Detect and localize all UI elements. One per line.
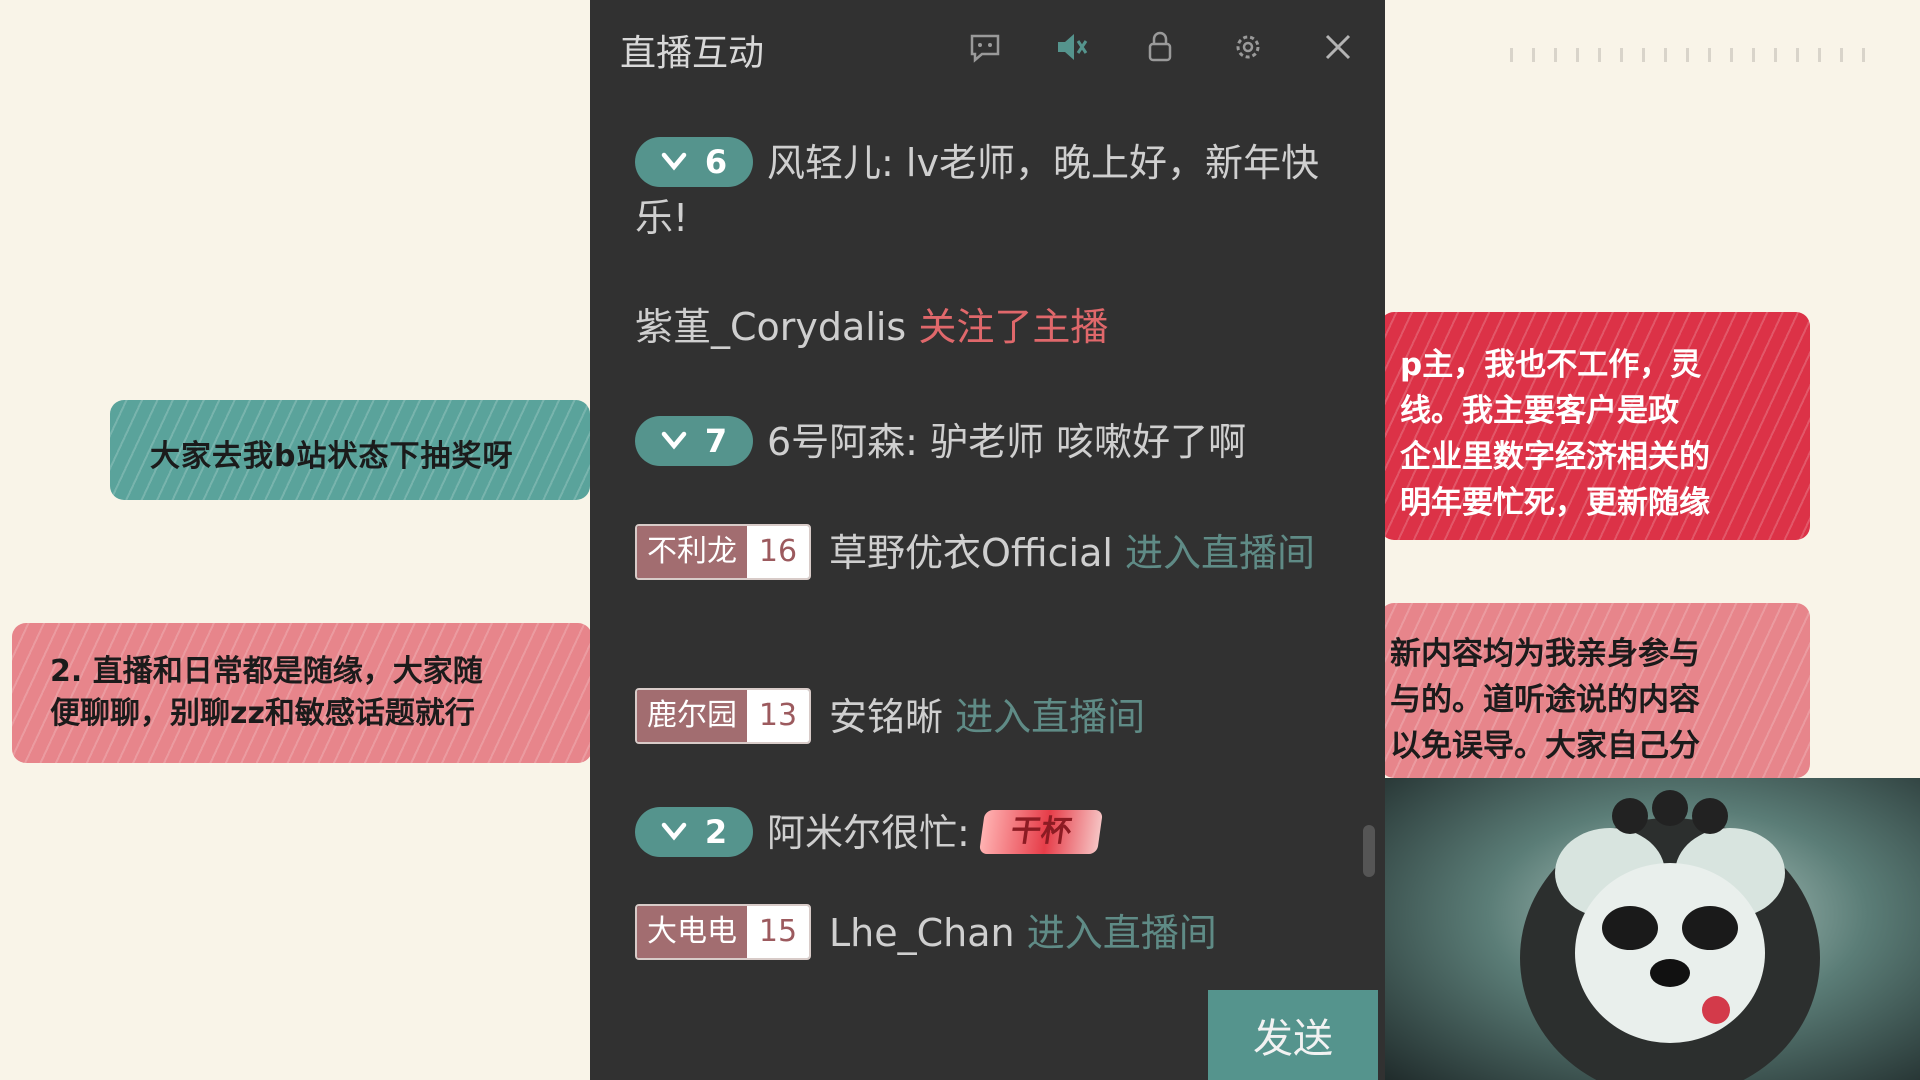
rules-note-line: 便聊聊，别聊zz和敏感话题就行: [50, 696, 475, 731]
muted-speaker-icon[interactable]: [1052, 27, 1092, 67]
intro-note-text: p主，我也不工作，灵 线。我主要客户是政 企业里数字经济相关的 明年要忙死，更新…: [1400, 342, 1710, 526]
enter-text: 进入直播间: [1125, 531, 1316, 575]
chat-username[interactable]: 紫堇_Corydalis: [635, 305, 906, 349]
chat-username[interactable]: 草野优衣Official: [829, 531, 1113, 575]
webcam-avatar: [1380, 778, 1920, 1080]
chat-username[interactable]: Lhe_Chan: [829, 911, 1015, 955]
lottery-note: 大家去我b站状态下抽奖呀: [110, 400, 590, 500]
chat-text: 驴老师 咳嗽好了啊: [917, 420, 1247, 464]
fan-medal-badge: 鹿尔园 13: [635, 687, 811, 744]
enter-event: 不利龙 16 草野优衣Official 进入直播间: [635, 523, 1335, 584]
user-level-badge: 6: [635, 136, 753, 187]
content-note: 新内容均为我亲身参与 与的。道听途说的内容 以免误导。大家自己分: [1380, 603, 1810, 778]
intro-note-line: 明年要忙死，更新随缘: [1400, 485, 1710, 521]
live-interaction-panel: 直播互动 6 风轻儿: lv老师，晚上好，新年快乐! 紫堇_Corydalis …: [590, 0, 1385, 1080]
faint-decoration: [1510, 48, 1880, 62]
chat-username[interactable]: 6号阿森:: [767, 420, 918, 464]
intro-note-line: p主，我也不工作，灵: [1400, 347, 1702, 383]
content-note-line: 与的。道听途说的内容: [1390, 682, 1700, 718]
intro-note: p主，我也不工作，灵 线。我主要客户是政 企业里数字经济相关的 明年要忙死，更新…: [1380, 312, 1810, 540]
chat-message: 6 风轻儿: lv老师，晚上好，新年快乐!: [635, 136, 1335, 245]
enter-text: 进入直播间: [955, 695, 1146, 739]
chat-username[interactable]: 风轻儿:: [767, 141, 894, 185]
close-icon[interactable]: [1318, 27, 1358, 67]
follow-event: 紫堇_Corydalis 关注了主播: [635, 300, 1335, 354]
fan-medal-badge: 不利龙 16: [635, 523, 811, 580]
scrollbar-thumb[interactable]: [1363, 825, 1375, 877]
chat-message: 7 6号阿森: 驴老师 咳嗽好了啊: [635, 415, 1335, 470]
raccoon-avatar-image: [1520, 790, 1820, 1080]
chat-bubble-icon[interactable]: [965, 27, 1005, 67]
enter-event: 鹿尔园 13 安铭晰 进入直播间: [635, 687, 1335, 748]
content-note-line: 新内容均为我亲身参与: [1390, 636, 1700, 672]
content-note-text: 新内容均为我亲身参与 与的。道听途说的内容 以免误导。大家自己分: [1390, 631, 1700, 769]
content-note-line: 以免误导。大家自己分: [1390, 728, 1700, 764]
chevron-down-icon: [661, 152, 687, 171]
intro-note-line: 企业里数字经济相关的: [1400, 439, 1710, 475]
chat-username[interactable]: 安铭晰: [829, 695, 943, 739]
cheers-sticker: 干杯: [978, 809, 1103, 854]
user-level-badge: 7: [635, 415, 753, 466]
chevron-down-icon: [661, 822, 687, 841]
chat-message: 2 阿米尔很忙: 干杯: [635, 806, 1335, 861]
lock-icon[interactable]: [1140, 27, 1180, 67]
rules-note: 2. 直播和日常都是随缘，大家随 便聊聊，别聊zz和敏感话题就行: [12, 623, 592, 763]
rules-note-text: 2. 直播和日常都是随缘，大家随 便聊聊，别聊zz和敏感话题就行: [50, 651, 483, 735]
chat-username[interactable]: 阿米尔很忙:: [767, 811, 970, 855]
rules-note-line: 2. 直播和日常都是随缘，大家随: [50, 654, 483, 689]
fan-medal-badge: 大电电 15: [635, 903, 811, 960]
enter-event: 大电电 15 Lhe_Chan 进入直播间: [635, 903, 1335, 964]
intro-note-line: 线。我主要客户是政: [1400, 393, 1679, 429]
lottery-note-text: 大家去我b站状态下抽奖呀: [150, 439, 514, 474]
panel-title: 直播互动: [620, 33, 765, 74]
chevron-down-icon: [661, 431, 687, 450]
enter-text: 进入直播间: [1026, 911, 1217, 955]
user-level-badge: 2: [635, 806, 753, 857]
follow-text: 关注了主播: [918, 305, 1109, 349]
settings-icon[interactable]: [1228, 27, 1268, 67]
send-button[interactable]: 发送: [1208, 990, 1378, 1080]
